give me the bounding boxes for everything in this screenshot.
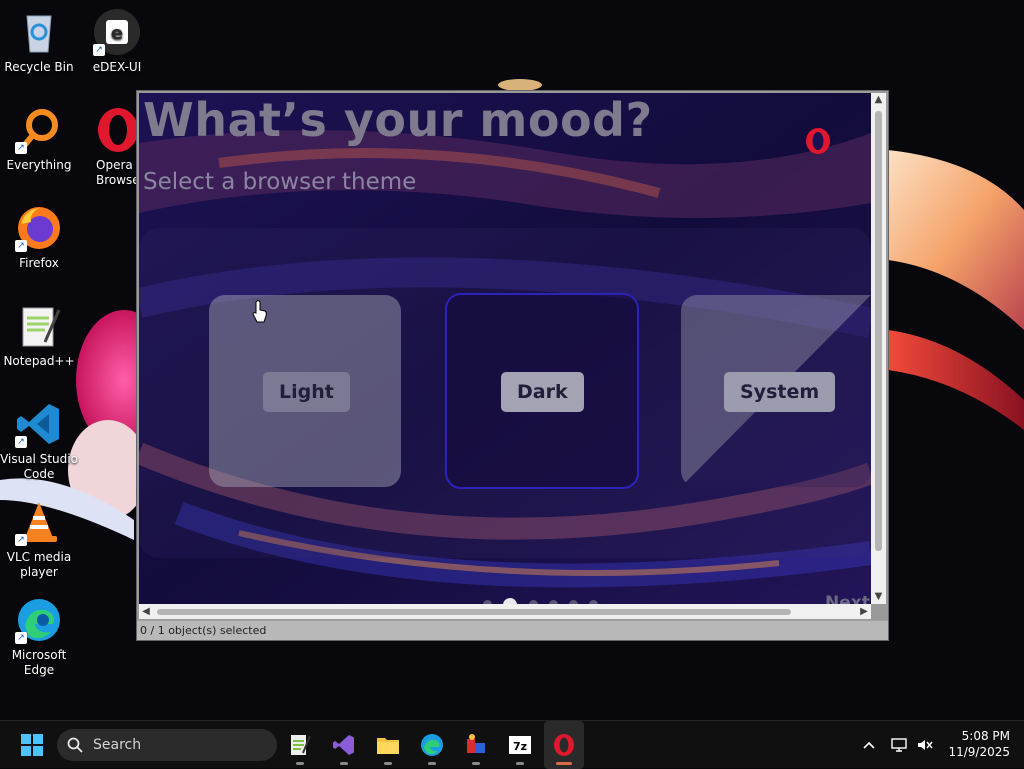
desktop-icon-vlc[interactable]: ↗ VLC media player [0, 498, 78, 580]
clock-time: 5:08 PM [961, 729, 1010, 743]
running-indicator [472, 762, 480, 765]
desktop-icon-label: Everything [6, 158, 72, 172]
taskbar-search-input[interactable]: Search [57, 729, 277, 761]
svg-text:7z: 7z [513, 740, 527, 753]
desktop-icon-everything[interactable]: ↗ Everything [0, 106, 78, 173]
running-indicator [296, 762, 304, 765]
hand-cursor-icon [252, 300, 267, 323]
windows-start-icon [21, 734, 43, 756]
search-placeholder: Search [93, 737, 142, 753]
desktop-icon-edex-ui[interactable]: e ↗ eDEX-UI [78, 8, 156, 75]
taskbar-app-file-explorer[interactable] [368, 721, 408, 769]
visual-studio-icon [333, 735, 354, 755]
desktop-icon-notepad-plus-plus[interactable]: Notepad++ [0, 302, 78, 369]
app-window: What’s your mood? Select a browser theme… [136, 90, 889, 641]
taskbar-app-notepad-plus-plus[interactable] [280, 721, 320, 769]
shortcut-arrow-icon: ↗ [15, 632, 27, 644]
desktop-icon-label: VLC media player [6, 550, 72, 579]
shortcut-arrow-icon: ↗ [93, 44, 105, 56]
theme-option-light[interactable]: Light [263, 372, 350, 412]
desktop-icon-recycle-bin[interactable]: Recycle Bin [0, 8, 78, 75]
scroll-down-icon[interactable]: ▼ [871, 590, 886, 604]
horizontal-scroll-thumb[interactable] [157, 609, 791, 615]
horizontal-scrollbar[interactable]: ◀ ▶ [139, 604, 871, 619]
taskbar: Search 7z 5:08 PM 11/9/2025 [0, 720, 1024, 769]
desktop-icon-vscode[interactable]: ↗ Visual Studio Code [0, 400, 78, 482]
notepad-plus-plus-icon [15, 302, 63, 350]
desktop-icon-firefox[interactable]: ↗ Firefox [0, 204, 78, 271]
scroll-up-icon[interactable]: ▲ [871, 93, 886, 107]
notepad-plus-plus-icon [291, 735, 311, 755]
desktop-icon-label: eDEX-UI [92, 60, 142, 74]
running-indicator [516, 762, 524, 765]
taskbar-app-visual-studio[interactable] [324, 721, 364, 769]
scroll-right-icon[interactable]: ▶ [857, 604, 871, 619]
vertical-scrollbar[interactable]: ▲ ▼ [871, 93, 886, 604]
taskbar-app-tool[interactable] [456, 721, 496, 769]
7zip-icon: 7z [509, 736, 531, 754]
opera-icon [554, 734, 574, 756]
vertical-scroll-thumb[interactable] [875, 111, 882, 551]
opera-logo-icon [806, 128, 830, 154]
desktop-icon-opera[interactable]: Opera Browser [78, 106, 136, 188]
desktop-icon-label: Firefox [19, 256, 59, 270]
search-icon [67, 737, 83, 753]
desktop-icon-label: Microsoft Edge [11, 648, 67, 677]
running-indicator [428, 762, 436, 765]
edex-ui-icon: e ↗ [93, 8, 141, 56]
network-icon[interactable] [890, 736, 908, 754]
shortcut-arrow-icon: ↗ [15, 142, 27, 154]
start-button[interactable] [12, 721, 52, 769]
running-indicator [384, 762, 392, 765]
svg-text:e: e [111, 23, 123, 44]
scroll-left-icon[interactable]: ◀ [139, 604, 153, 619]
active-app-indicator [556, 762, 572, 765]
taskbar-app-opera[interactable] [544, 721, 584, 769]
taskbar-app-edge[interactable] [412, 721, 452, 769]
desktop-icon-edge[interactable]: ↗ Microsoft Edge [0, 596, 78, 678]
theme-option-dark[interactable]: Dark [501, 372, 584, 412]
desktop-icon-label: Opera Browser [96, 158, 136, 187]
vlc-icon: ↗ [15, 498, 63, 546]
recycle-bin-icon [15, 8, 63, 56]
opera-browser-icon [94, 106, 136, 154]
content-viewport: What’s your mood? Select a browser theme… [139, 93, 871, 604]
next-button[interactable]: Next [825, 593, 870, 604]
edge-icon [421, 734, 443, 756]
file-explorer-icon [377, 738, 399, 754]
desktop-icon-label: Recycle Bin [4, 60, 74, 74]
page-title: What’s your mood? [143, 93, 653, 147]
taskbar-app-7zip[interactable]: 7z [500, 721, 540, 769]
clock-date: 11/9/2025 [948, 745, 1010, 759]
shortcut-arrow-icon: ↗ [15, 436, 27, 448]
volume-muted-icon[interactable] [916, 736, 934, 754]
shortcut-arrow-icon: ↗ [15, 240, 27, 252]
running-indicator [340, 762, 348, 765]
theme-option-system[interactable]: System [724, 372, 836, 412]
app-icon [467, 734, 485, 753]
system-clock[interactable]: 5:08 PM 11/9/2025 [940, 728, 1010, 760]
desktop-icon-label: Notepad++ [3, 354, 75, 368]
desktop-icon-label: Visual Studio Code [0, 452, 78, 481]
shortcut-arrow-icon: ↗ [15, 534, 27, 546]
page-subtitle: Select a browser theme [143, 169, 417, 195]
everything-search-icon: ↗ [15, 106, 63, 154]
chevron-up-icon[interactable] [860, 736, 878, 754]
status-bar: 0 / 1 object(s) selected [137, 620, 888, 640]
firefox-icon: ↗ [15, 204, 63, 252]
edge-icon: ↗ [15, 596, 63, 644]
vscode-icon: ↗ [15, 400, 63, 448]
